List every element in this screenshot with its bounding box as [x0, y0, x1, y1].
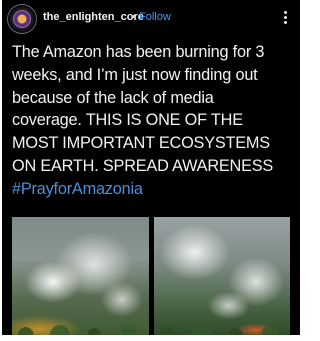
follow-button[interactable]: Follow: [139, 11, 171, 23]
avatar[interactable]: [8, 5, 36, 33]
caption-line: The Amazon has been burning for 3: [12, 43, 265, 61]
caption-line: coverage. THIS IS ONE OF THE: [12, 111, 243, 130]
caption-line: weeks, and I’m just now finding out: [12, 65, 258, 84]
post-card: the_enlighten_core • Follow The Amazon h…: [2, 0, 300, 335]
more-vertical-icon[interactable]: [278, 9, 292, 29]
post-header: the_enlighten_core • Follow: [2, 0, 300, 38]
fire-smoke-photo-right[interactable]: [154, 217, 290, 335]
separator-dot: •: [132, 11, 136, 23]
caption-line: MOST IMPORTANT ECOSYSTEMS: [12, 134, 270, 153]
forest-canopy: [12, 295, 149, 335]
caption-line: ON EARTH. SPREAD AWARENESS: [12, 156, 274, 175]
post-caption: The Amazon has been burning for 3 weeks,…: [12, 41, 296, 201]
username[interactable]: the_enlighten_core: [43, 11, 144, 23]
fire-smoke-photo-left[interactable]: [12, 217, 149, 335]
forest-canopy: [154, 295, 290, 335]
hashtag-link[interactable]: #PrayforAmazonia: [12, 178, 296, 201]
caption-line: because of the lack of media: [12, 88, 214, 107]
